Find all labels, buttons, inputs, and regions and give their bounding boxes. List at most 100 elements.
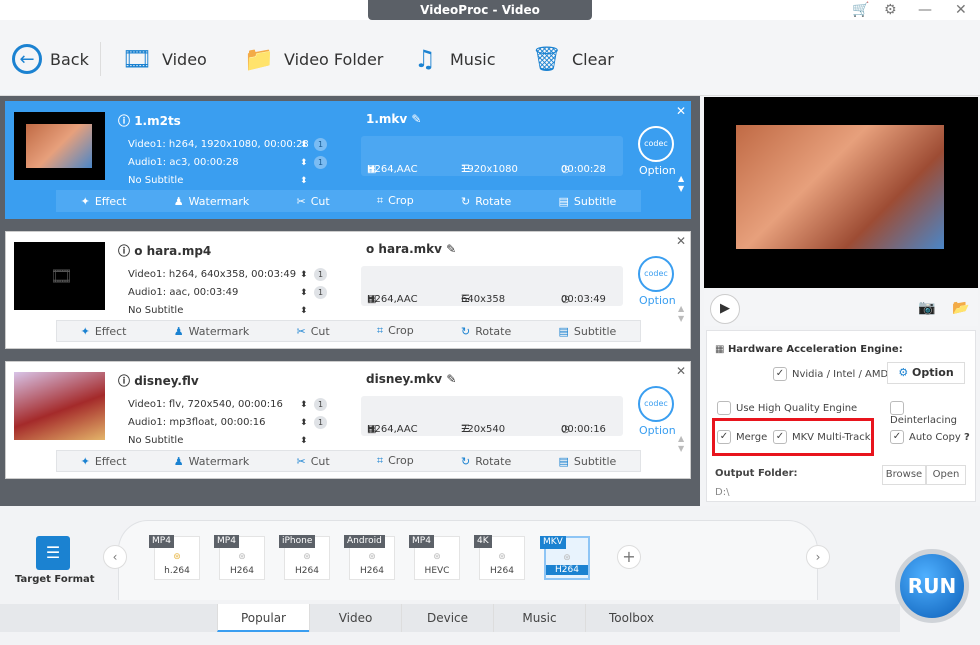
- codec-gear-icon[interactable]: codec: [638, 256, 674, 292]
- audio-track-info: Audio1: aac, 00:03:49: [128, 287, 239, 298]
- format-preset[interactable]: MP4 ⊛ H264: [214, 535, 265, 580]
- codec-gear-icon[interactable]: codec: [638, 126, 674, 162]
- subtitle-selector[interactable]: ⬍: [300, 436, 308, 446]
- subtitle-button[interactable]: ▤ Subtitle: [558, 195, 616, 208]
- prev-format-button[interactable]: ‹: [103, 545, 127, 569]
- pencil-icon[interactable]: ✎: [446, 372, 456, 386]
- output-resolution: 720x540: [461, 424, 506, 435]
- watermark-button[interactable]: ♟ Watermark: [174, 195, 250, 208]
- video-track-info: Video1: h264, 1920x1080, 00:00:28: [128, 139, 309, 150]
- watermark-button[interactable]: ♟ Watermark: [174, 455, 250, 468]
- add-format-button[interactable]: +: [617, 545, 641, 569]
- format-preset[interactable]: MP4 ⊛ HEVC: [409, 535, 460, 580]
- reorder-arrows-icon[interactable]: ▲ ▼: [678, 174, 684, 194]
- help-icon[interactable]: ?: [964, 432, 970, 443]
- edit-tool-label: Effect: [94, 194, 127, 208]
- pencil-icon[interactable]: ✎: [446, 242, 456, 256]
- codec-gear-icon[interactable]: codec: [638, 386, 674, 422]
- effect-button[interactable]: ✦ Effect: [81, 195, 127, 208]
- rotate-button[interactable]: ↻ Rotate: [461, 325, 511, 338]
- add-video-folder-button[interactable]: 📁 Video Folder: [242, 42, 383, 76]
- gear-icon[interactable]: ⚙: [884, 2, 897, 18]
- effect-button[interactable]: ✦ Effect: [81, 455, 127, 468]
- run-button[interactable]: RUN: [895, 549, 969, 623]
- cut-button[interactable]: ✂ Cut: [296, 195, 329, 208]
- file-item[interactable]: 🎞 ⓘ o hara.mp4 Video1: h264, 640x358, 00…: [5, 231, 691, 349]
- cut-button[interactable]: ✂ Cut: [296, 325, 329, 338]
- video-track-selector[interactable]: ⬍: [300, 400, 308, 410]
- watermark-button[interactable]: ♟ Watermark: [174, 325, 250, 338]
- audio-track-selector[interactable]: ⬍: [300, 158, 308, 168]
- auto-copy-checkbox[interactable]: ✓ Auto Copy ?: [890, 430, 970, 444]
- crop-button[interactable]: ⌗ Crop: [377, 324, 414, 338]
- output-name[interactable]: 1.mkv: [366, 112, 407, 126]
- format-preset[interactable]: 4K ⊛ H264: [474, 535, 525, 580]
- hw-vendor-checkbox[interactable]: ✓ Nvidia / Intel / AMD: [773, 367, 888, 381]
- subtitle-selector[interactable]: ⬍: [300, 176, 308, 186]
- audio-track-selector[interactable]: ⬍: [300, 288, 308, 298]
- deinterlacing-checkbox[interactable]: Deinterlacing: [890, 401, 975, 426]
- camera-icon[interactable]: 📷: [918, 300, 935, 316]
- reorder-arrows-icon[interactable]: ▲ ▼: [678, 304, 684, 324]
- rotate-button[interactable]: ↻ Rotate: [461, 455, 511, 468]
- pencil-icon[interactable]: ✎: [411, 112, 421, 126]
- subtitle-button[interactable]: ▤ Subtitle: [558, 325, 616, 338]
- output-codec: H264,AAC: [367, 294, 418, 305]
- format-preset[interactable]: Android ⊛ H264: [344, 535, 395, 580]
- subtitle-button[interactable]: ▤ Subtitle: [558, 455, 616, 468]
- browse-button[interactable]: Browse: [882, 465, 926, 485]
- add-video-button[interactable]: 🎞 Video: [120, 42, 207, 76]
- crop-button[interactable]: ⌗ Crop: [377, 194, 414, 208]
- info-icon[interactable]: ⓘ: [118, 114, 134, 128]
- open-button[interactable]: Open: [926, 465, 966, 485]
- subtitle-selector[interactable]: ⬍: [300, 306, 308, 316]
- tab-music[interactable]: Music: [493, 604, 585, 632]
- rotate-button[interactable]: ↻ Rotate: [461, 195, 511, 208]
- video-track-selector[interactable]: ⬍: [300, 270, 308, 280]
- tab-device[interactable]: Device: [401, 604, 493, 632]
- reel-icon: ⊛: [238, 552, 246, 562]
- remove-item-icon[interactable]: ✕: [676, 104, 686, 118]
- remove-item-icon[interactable]: ✕: [676, 234, 686, 248]
- file-item[interactable]: ⓘ 1.m2ts Video1: h264, 1920x1080, 00:00:…: [5, 101, 691, 219]
- chip-icon: ▦: [715, 344, 728, 355]
- high-quality-checkbox[interactable]: Use High Quality Engine: [717, 401, 857, 415]
- reorder-arrows-icon[interactable]: ▲ ▼: [678, 434, 684, 454]
- back-button[interactable]: ← Back: [12, 42, 89, 76]
- format-tag: MP4: [214, 535, 239, 548]
- tab-popular[interactable]: Popular: [217, 604, 309, 632]
- format-preset[interactable]: iPhone ⊛ H264: [279, 535, 330, 580]
- info-icon[interactable]: ⓘ: [118, 374, 134, 388]
- file-item[interactable]: ⓘ disney.flv Video1: flv, 720x540, 00:00…: [5, 361, 691, 479]
- info-icon[interactable]: ⓘ: [118, 244, 134, 258]
- target-format-icon[interactable]: ☰: [36, 536, 70, 570]
- settings-panel: ▦ Hardware Acceleration Engine: ✓ Nvidia …: [706, 330, 976, 502]
- remove-item-icon[interactable]: ✕: [676, 364, 686, 378]
- hw-option-button[interactable]: ⚙ Option: [887, 362, 965, 384]
- output-resolution: 1920x1080: [461, 164, 518, 175]
- play-icon[interactable]: ▶: [710, 294, 740, 324]
- folder-icon[interactable]: 📂: [952, 300, 969, 316]
- format-preset[interactable]: MP4 ⊛ h.264: [149, 535, 200, 580]
- tab-toolbox[interactable]: Toolbox: [585, 604, 677, 632]
- close-icon[interactable]: ✕: [955, 2, 967, 18]
- codec-option-button[interactable]: Option: [639, 294, 676, 307]
- output-name[interactable]: o hara.mkv: [366, 242, 442, 256]
- cart-icon[interactable]: 🛒: [852, 2, 869, 18]
- audio-track-selector[interactable]: ⬍: [300, 418, 308, 428]
- crop-button[interactable]: ⌗ Crop: [377, 454, 414, 468]
- video-track-selector[interactable]: ⬍: [300, 140, 308, 150]
- cut-button[interactable]: ✂ Cut: [296, 455, 329, 468]
- minimize-icon[interactable]: —: [918, 2, 932, 18]
- format-tag: MKV: [540, 536, 566, 549]
- output-resolution: 640x358: [461, 294, 506, 305]
- output-name[interactable]: disney.mkv: [366, 372, 442, 386]
- tab-video[interactable]: Video: [309, 604, 401, 632]
- codec-option-button[interactable]: Option: [639, 424, 676, 437]
- codec-option-button[interactable]: Option: [639, 164, 676, 177]
- effect-button[interactable]: ✦ Effect: [81, 325, 127, 338]
- clear-button[interactable]: 🗑 Clear: [530, 42, 614, 76]
- add-music-button[interactable]: ♫ Music: [408, 42, 495, 76]
- next-format-button[interactable]: ›: [806, 545, 830, 569]
- format-preset[interactable]: MKV ⊛ H264: [540, 536, 590, 580]
